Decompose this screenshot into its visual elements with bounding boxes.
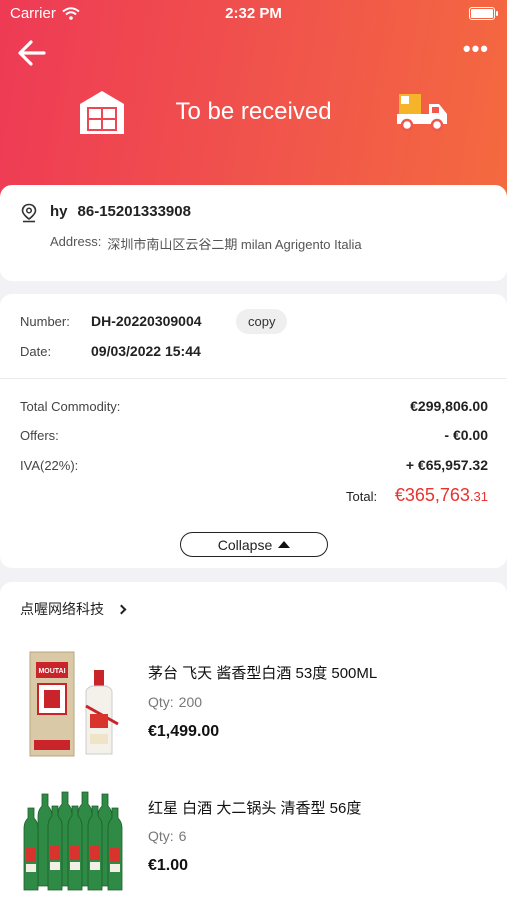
chevron-right-icon	[116, 604, 127, 615]
shipping-address: Address: 深圳市南山区云谷二期 milan Agrigento Ital…	[50, 234, 362, 253]
shop-name: 点喔网络科技	[20, 601, 104, 617]
quantity-value: 6	[178, 828, 187, 844]
iva-value: + €65,957.32	[405, 457, 488, 473]
battery-icon	[469, 7, 498, 20]
moutai-box-label: MOUTAI	[38, 668, 65, 675]
product-price: €1.00	[148, 857, 189, 874]
copy-button[interactable]: copy	[236, 309, 288, 334]
collapse-button[interactable]: Collapse	[180, 532, 328, 557]
address-label: Address:	[50, 234, 102, 249]
recipient-info: hy 86-15201333908	[50, 203, 191, 220]
order-info-card	[0, 294, 507, 568]
order-total-integer: €365,763	[394, 485, 470, 505]
product-price: €1,499.00	[148, 723, 220, 740]
order-date-label: Date:	[20, 344, 52, 359]
address-value: 深圳市南山区云谷二期 milan Agrigento Italia	[107, 237, 362, 252]
recipient-name: hy	[50, 203, 68, 220]
total-commodity-label: Total Commodity:	[20, 399, 121, 414]
product-image-moutai[interactable]: MOUTAI	[22, 648, 130, 760]
clock: 2:32 PM	[225, 5, 282, 22]
quantity-label: Qty:	[148, 828, 174, 844]
order-total-value: €365,763.31	[395, 485, 488, 506]
more-options-button[interactable]: •••	[463, 38, 489, 60]
location-pin-icon	[21, 203, 37, 223]
product-quantity: Qty: 6	[148, 828, 186, 844]
back-arrow-icon[interactable]	[16, 38, 48, 68]
quantity-value: 200	[178, 694, 203, 710]
quantity-label: Qty:	[148, 694, 174, 710]
offers-label: Offers:	[20, 428, 59, 443]
order-total-decimal: .31	[469, 489, 488, 504]
caret-up-icon	[278, 541, 291, 548]
total-commodity-value: €299,806.00	[410, 398, 488, 414]
order-number-label: Number:	[20, 314, 70, 329]
collapse-label: Collapse	[217, 536, 273, 553]
order-status-header: Carrier 2:32 PM ••• To be received	[0, 0, 507, 205]
status-bar: Carrier 2:32 PM	[0, 0, 507, 28]
product-image-erguotou[interactable]	[22, 784, 130, 896]
recipient-phone: 86-15201333908	[77, 203, 191, 220]
product-quantity: Qty: 200	[148, 694, 202, 710]
delivery-truck-icon	[397, 94, 447, 132]
product-name[interactable]: 茅台 飞天 酱香型白酒 53度 500ML	[148, 662, 377, 683]
order-total-label: Total:	[346, 489, 378, 504]
offers-value: - €0.00	[444, 427, 488, 443]
product-name[interactable]: 红星 白酒 大二锅头 清香型 56度	[148, 797, 361, 818]
iva-label: IVA(22%):	[20, 458, 79, 473]
order-date-value: 09/03/2022 15:44	[91, 343, 201, 359]
shop-link[interactable]: 点喔网络科技	[20, 599, 127, 619]
divider	[0, 378, 507, 379]
address-card[interactable]	[0, 185, 507, 281]
order-number-value: DH-20220309004	[91, 313, 202, 329]
